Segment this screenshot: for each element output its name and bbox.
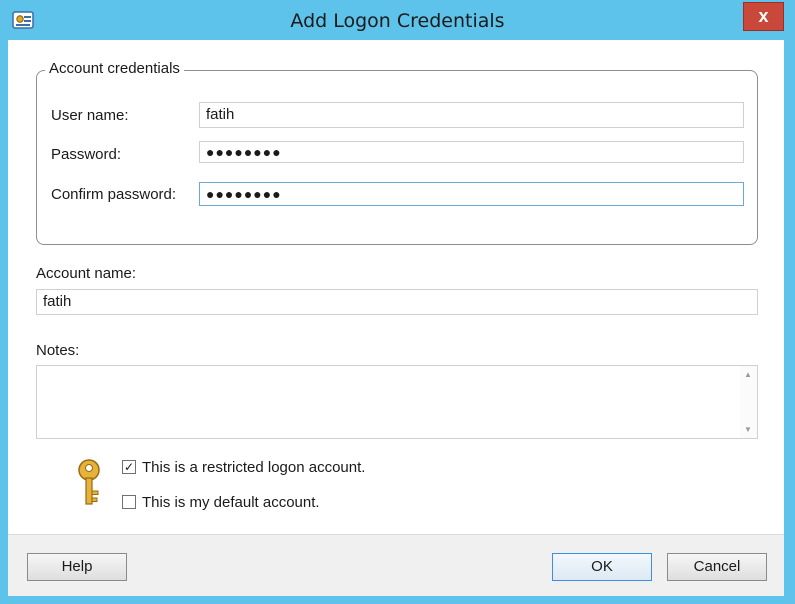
- dialog-body: Account credentials User name: fatih Pas…: [8, 40, 784, 534]
- group-legend: Account credentials: [45, 60, 184, 77]
- account-name-input[interactable]: fatih: [36, 289, 758, 315]
- title-bar[interactable]: Add Logon Credentials x: [0, 0, 795, 40]
- default-account-checkbox[interactable]: [122, 495, 136, 509]
- cancel-button[interactable]: Cancel: [667, 553, 767, 581]
- dialog-window: Add Logon Credentials x Account credenti…: [0, 0, 795, 604]
- notes-textarea[interactable]: ▲ ▼: [36, 365, 758, 439]
- restricted-account-checkbox[interactable]: ✓: [122, 460, 136, 474]
- account-credentials-group: Account credentials User name: fatih Pas…: [36, 60, 758, 245]
- default-account-label[interactable]: This is my default account.: [142, 494, 320, 511]
- dialog-footer: Help OK Cancel: [8, 534, 784, 596]
- user-name-label: User name:: [51, 107, 129, 124]
- checkmark-icon: ✓: [123, 460, 135, 474]
- help-button[interactable]: Help: [27, 553, 127, 581]
- notes-scrollbar[interactable]: ▲ ▼: [740, 366, 757, 438]
- scroll-down-icon[interactable]: ▼: [744, 425, 752, 434]
- key-icon: [78, 459, 100, 505]
- password-label: Password:: [51, 146, 122, 163]
- window-title: Add Logon Credentials: [290, 10, 505, 32]
- close-button[interactable]: x: [743, 2, 784, 31]
- password-input[interactable]: ●●●●●●●●: [199, 141, 744, 163]
- user-name-input[interactable]: fatih: [199, 102, 744, 128]
- restricted-account-label[interactable]: This is a restricted logon account.: [142, 459, 365, 476]
- confirm-password-input[interactable]: ●●●●●●●●: [199, 182, 744, 206]
- scroll-up-icon[interactable]: ▲: [744, 370, 752, 379]
- account-name-label: Account name:: [36, 265, 137, 282]
- close-icon: x: [758, 6, 769, 26]
- ok-button[interactable]: OK: [552, 553, 652, 581]
- notes-label: Notes:: [36, 342, 80, 359]
- confirm-password-label: Confirm password:: [51, 186, 177, 203]
